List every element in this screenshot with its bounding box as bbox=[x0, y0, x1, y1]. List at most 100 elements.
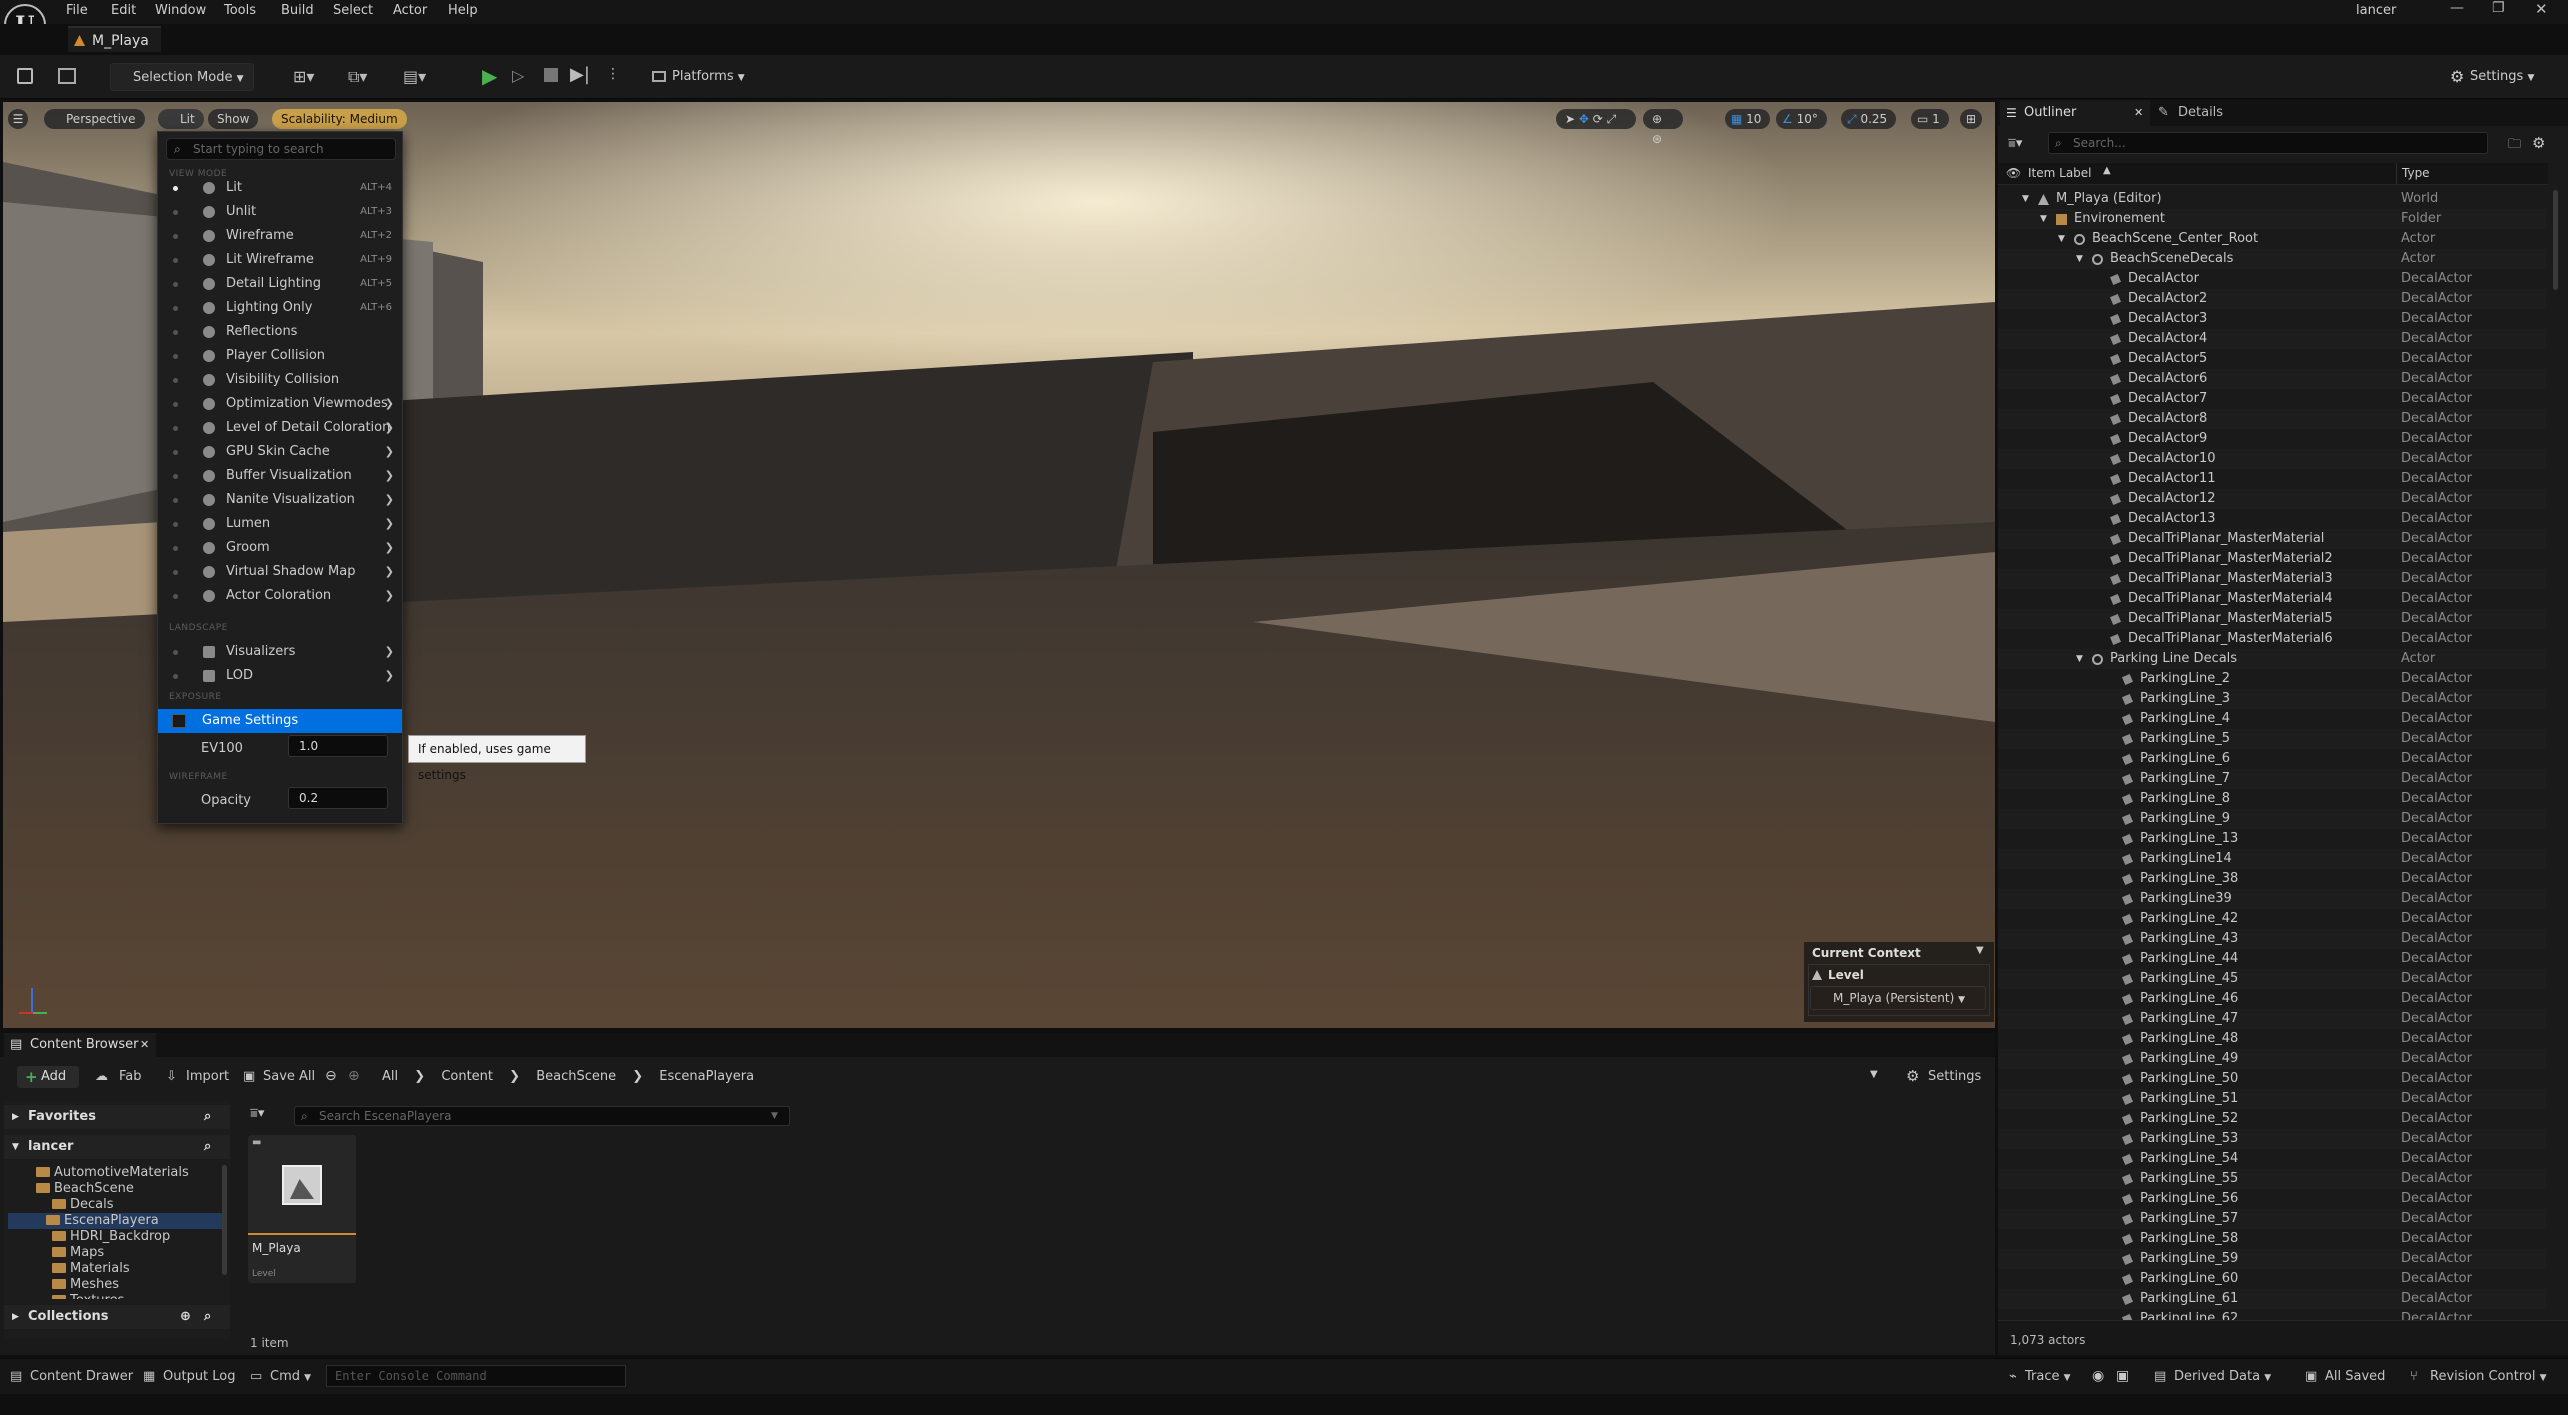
world-local-icon[interactable]: ⊕ ⊛ bbox=[1643, 109, 1683, 146]
trace-button[interactable]: ⌁ Trace ▼ bbox=[2009, 1369, 2071, 1384]
outliner-row[interactable]: DecalTriPlanar_MasterMaterial3 DecalActor bbox=[1998, 569, 2546, 589]
outliner-row[interactable]: ParkingLine_44 DecalActor bbox=[1998, 949, 2546, 969]
outliner-row[interactable]: ParkingLine_59 DecalActor bbox=[1998, 1249, 2546, 1269]
outliner-row[interactable]: ParkingLine_52 DecalActor bbox=[1998, 1109, 2546, 1129]
close-tab-icon[interactable]: ✕ bbox=[140, 1033, 149, 1057]
outliner-row[interactable]: DecalActor10 DecalActor bbox=[1998, 449, 2546, 469]
import-button[interactable]: ⇩ Import bbox=[166, 1069, 229, 1084]
output-log-button[interactable]: ▦ Output Log bbox=[143, 1369, 236, 1384]
outliner-row[interactable]: ParkingLine_5 DecalActor bbox=[1998, 729, 2546, 749]
view-mode-search-input[interactable]: ⌕ Start typing to search bbox=[166, 138, 396, 160]
outliner-row[interactable]: ParkingLine_54 DecalActor bbox=[1998, 1149, 2546, 1169]
menu-edit[interactable]: Edit bbox=[111, 3, 136, 18]
breadcrumb-beachscene[interactable]: BeachScene bbox=[536, 1069, 616, 1084]
outliner-row[interactable]: ▼ BeachScene_Center_Root Actor bbox=[1998, 229, 2546, 249]
outliner-row[interactable]: DecalActor DecalActor bbox=[1998, 269, 2546, 289]
menu-item-lit[interactable]: Lit ALT+4 bbox=[158, 176, 402, 200]
menu-item-detail-lighting[interactable]: Detail Lighting ALT+5 bbox=[158, 272, 402, 296]
eject-icon[interactable]: ▶| bbox=[570, 64, 590, 85]
outliner-row[interactable]: DecalTriPlanar_MasterMaterial2 DecalActor bbox=[1998, 549, 2546, 569]
menu-item-actor-coloration[interactable]: Actor Coloration ❯ bbox=[158, 584, 402, 608]
outliner-row[interactable]: ParkingLine_8 DecalActor bbox=[1998, 789, 2546, 809]
outliner-row[interactable]: ParkingLine_49 DecalActor bbox=[1998, 1049, 2546, 1069]
breadcrumb-escenaplayera[interactable]: EscenaPlayera bbox=[659, 1069, 754, 1084]
more-options-icon[interactable]: ⋮ bbox=[606, 66, 620, 82]
forward-icon[interactable]: ⊕ bbox=[348, 1068, 360, 1084]
expand-arrow-icon[interactable]: ▼ bbox=[2040, 209, 2047, 229]
menu-actor[interactable]: Actor bbox=[393, 3, 427, 18]
menu-item-lumen[interactable]: Lumen ❯ bbox=[158, 512, 402, 536]
col-type[interactable]: Type bbox=[2402, 166, 2430, 180]
platforms-button[interactable]: Platforms ▼ bbox=[650, 63, 750, 91]
search-icon[interactable]: ⌕ bbox=[204, 1105, 211, 1129]
expand-arrow-icon[interactable]: ▼ bbox=[2076, 649, 2083, 669]
menu-item-visibility-collision[interactable]: Visibility Collision bbox=[158, 368, 402, 392]
outliner-row[interactable]: DecalActor8 DecalActor bbox=[1998, 409, 2546, 429]
expand-arrow-icon[interactable]: ▼ bbox=[2022, 189, 2029, 209]
menu-item-buffer-visualization[interactable]: Buffer Visualization ❯ bbox=[158, 464, 402, 488]
outliner-row[interactable]: DecalTriPlanar_MasterMaterial5 DecalActor bbox=[1998, 609, 2546, 629]
outliner-row[interactable]: ParkingLine_53 DecalActor bbox=[1998, 1129, 2546, 1149]
details-tab[interactable]: ✎ Details bbox=[2158, 100, 2223, 126]
menu-select[interactable]: Select bbox=[333, 3, 373, 18]
menu-item-virtual-shadow-map[interactable]: Virtual Shadow Map ❯ bbox=[158, 560, 402, 584]
camera-speed-button[interactable]: ▭ 1 bbox=[1911, 109, 1949, 129]
outliner-row[interactable]: ParkingLine_3 DecalActor bbox=[1998, 689, 2546, 709]
outliner-row[interactable]: ParkingLine39 DecalActor bbox=[1998, 889, 2546, 909]
outliner-row[interactable]: DecalActor9 DecalActor bbox=[1998, 429, 2546, 449]
outliner-row[interactable]: ParkingLine_50 DecalActor bbox=[1998, 1069, 2546, 1089]
maximize-viewport-icon[interactable]: ⊞ bbox=[1960, 109, 1982, 129]
outliner-row[interactable]: DecalActor3 DecalActor bbox=[1998, 309, 2546, 329]
menu-file[interactable]: File bbox=[66, 3, 88, 18]
folder-tree-item[interactable]: Textures bbox=[14, 1293, 224, 1299]
outliner-row[interactable]: ▼ Environement Folder bbox=[1998, 209, 2546, 229]
outliner-row[interactable]: ParkingLine_58 DecalActor bbox=[1998, 1229, 2546, 1249]
folder-tree-item[interactable]: HDRI_Backdrop bbox=[14, 1229, 224, 1245]
all-saved-button[interactable]: ▣ All Saved bbox=[2305, 1369, 2385, 1384]
step-icon[interactable]: ▷ bbox=[512, 66, 524, 85]
opacity-input[interactable]: 0.2 bbox=[288, 787, 388, 809]
outliner-row[interactable]: ParkingLine_51 DecalActor bbox=[1998, 1089, 2546, 1109]
col-item-label[interactable]: Item Label bbox=[2028, 166, 2092, 180]
derived-data-button[interactable]: ▤ Derived Data ▼ bbox=[2154, 1369, 2271, 1384]
lancer-header[interactable]: ▼ lancer ⌕ bbox=[4, 1135, 230, 1159]
outliner-row[interactable]: DecalActor11 DecalActor bbox=[1998, 469, 2546, 489]
menu-item-level-of-detail-coloration[interactable]: Level of Detail Coloration ❯ bbox=[158, 416, 402, 440]
search-icon[interactable]: ⌕ bbox=[204, 1305, 211, 1329]
filter-icon[interactable]: ⩸▾ bbox=[250, 1106, 264, 1121]
search-icon[interactable]: ⌕ bbox=[204, 1135, 211, 1159]
favorites-header[interactable]: ▶ Favorites ⌕ bbox=[4, 1105, 230, 1129]
menu-item-lighting-only[interactable]: Lighting Only ALT+6 bbox=[158, 296, 402, 320]
play-icon[interactable]: ▶ bbox=[482, 64, 497, 88]
cmd-dropdown[interactable]: ▭ Cmd ▼ bbox=[250, 1369, 311, 1384]
viewport-menu-icon[interactable]: ☰ bbox=[8, 109, 28, 129]
asset-search-input[interactable]: ⌕ Search EscenaPlayera ▼ bbox=[294, 1106, 790, 1126]
outliner-row[interactable]: ParkingLine_61 DecalActor bbox=[1998, 1289, 2546, 1309]
collections-header[interactable]: ▶ Collections ⊕ ⌕ bbox=[4, 1305, 230, 1329]
outliner-row[interactable]: DecalTriPlanar_MasterMaterial4 DecalActor bbox=[1998, 589, 2546, 609]
fab-button[interactable]: ☁ Fab bbox=[95, 1069, 142, 1084]
scale-snap-button[interactable]: ⤢ 0.25 bbox=[1841, 109, 1897, 129]
folder-tree-item[interactable]: Materials bbox=[14, 1261, 224, 1277]
folder-tree-item[interactable]: EscenaPlayera bbox=[8, 1213, 222, 1229]
menu-item-nanite-visualization[interactable]: Nanite Visualization ❯ bbox=[158, 488, 402, 512]
outliner-scrollbar[interactable] bbox=[2553, 190, 2558, 290]
back-icon[interactable]: ⊖ bbox=[325, 1068, 337, 1084]
folder-tree-item[interactable]: AutomotiveMaterials bbox=[14, 1165, 224, 1181]
tree-scrollbar[interactable] bbox=[222, 1165, 227, 1275]
scalability-badge[interactable]: Scalability: Medium bbox=[272, 109, 407, 129]
game-settings-checkbox-row[interactable]: Game Settings bbox=[158, 709, 402, 733]
save-icon[interactable] bbox=[17, 68, 33, 84]
menu-item-gpu-skin-cache[interactable]: GPU Skin Cache ❯ bbox=[158, 440, 402, 464]
outliner-row[interactable]: ParkingLine_48 DecalActor bbox=[1998, 1029, 2546, 1049]
outliner-row[interactable]: ParkingLine_7 DecalActor bbox=[1998, 769, 2546, 789]
record-icon[interactable]: ◉ bbox=[2092, 1368, 2104, 1384]
context-level-dropdown[interactable]: M_Playa (Persistent) ▼ bbox=[1810, 986, 1986, 1010]
outliner-row[interactable]: ▼ M_Playa (Editor) World bbox=[1998, 189, 2546, 209]
menu-build[interactable]: Build bbox=[281, 3, 314, 18]
menu-item-player-collision[interactable]: Player Collision bbox=[158, 344, 402, 368]
filter-icon[interactable]: ⩸▾ bbox=[2008, 136, 2022, 151]
outliner-row[interactable]: ParkingLine_60 DecalActor bbox=[1998, 1269, 2546, 1289]
outliner-row[interactable]: DecalTriPlanar_MasterMaterial DecalActor bbox=[1998, 529, 2546, 549]
menu-item-reflections[interactable]: Reflections bbox=[158, 320, 402, 344]
